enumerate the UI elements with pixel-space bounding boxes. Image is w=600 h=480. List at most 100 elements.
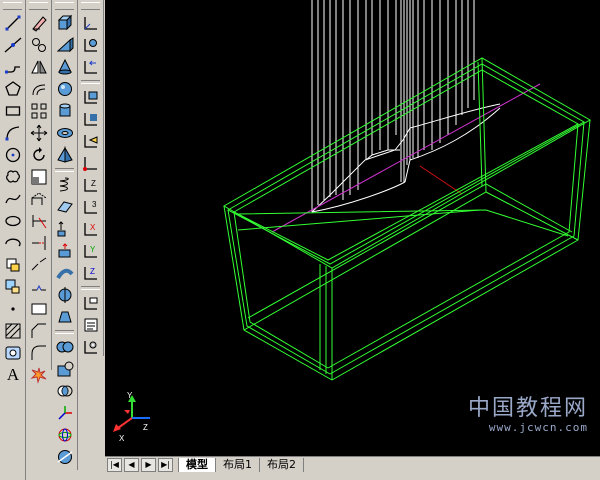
toolbar-separator bbox=[55, 330, 74, 334]
spline-icon[interactable] bbox=[3, 189, 23, 209]
intersect-icon[interactable] bbox=[55, 381, 75, 401]
svg-text:X: X bbox=[90, 223, 96, 232]
point-icon[interactable] bbox=[3, 299, 23, 319]
rectangle-icon[interactable] bbox=[3, 101, 23, 121]
cone-icon[interactable] bbox=[55, 57, 75, 77]
fillet-icon[interactable] bbox=[29, 343, 49, 363]
scale-icon[interactable] bbox=[29, 167, 49, 187]
rotate-icon[interactable] bbox=[29, 145, 49, 165]
line-icon[interactable] bbox=[3, 13, 23, 33]
centre-line bbox=[419, 165, 463, 195]
watermark-url: www.jcwcn.com bbox=[488, 421, 588, 434]
construction-line-icon[interactable] bbox=[3, 35, 23, 55]
circle-icon[interactable] bbox=[3, 145, 23, 165]
multiline-text-icon[interactable]: A bbox=[3, 365, 23, 385]
origin-ucs-icon[interactable] bbox=[81, 153, 101, 173]
z-axis-vector-icon[interactable]: Z bbox=[81, 175, 101, 195]
pyramid-icon[interactable] bbox=[55, 145, 75, 165]
break-icon[interactable] bbox=[29, 277, 49, 297]
named-ucs-icon[interactable] bbox=[81, 315, 101, 335]
cylinder-icon[interactable] bbox=[55, 101, 75, 121]
previous-ucs-icon[interactable] bbox=[81, 57, 101, 77]
slice-icon[interactable] bbox=[55, 447, 75, 467]
trim-icon[interactable] bbox=[29, 211, 49, 231]
toolbar-grip[interactable] bbox=[3, 2, 22, 10]
profile-wireframe bbox=[311, 0, 501, 213]
make-block-icon[interactable] bbox=[3, 277, 23, 297]
toolbar-grip[interactable] bbox=[29, 2, 48, 10]
extend-icon[interactable] bbox=[29, 233, 49, 253]
face-ucs-icon[interactable] bbox=[81, 87, 101, 107]
x-rotate-icon[interactable]: X bbox=[81, 219, 101, 239]
box-icon[interactable] bbox=[55, 13, 75, 33]
watermark: 中国教程网 www.jcwcn.com bbox=[468, 397, 588, 435]
sweep-icon[interactable] bbox=[55, 263, 75, 283]
ucs-settings-icon[interactable] bbox=[81, 337, 101, 357]
tab-layout1[interactable]: 布局1 bbox=[215, 457, 260, 473]
toolbar-grip[interactable] bbox=[81, 2, 100, 10]
draw-toolbar: A bbox=[0, 0, 26, 480]
loft-icon[interactable] bbox=[55, 307, 75, 327]
view-ucs-icon[interactable] bbox=[81, 131, 101, 151]
svg-text:3: 3 bbox=[92, 200, 97, 209]
next-tab-button[interactable]: ▶ bbox=[141, 458, 156, 472]
array-icon[interactable] bbox=[29, 101, 49, 121]
last-tab-button[interactable]: ▶| bbox=[158, 458, 173, 472]
toolbar-grip[interactable] bbox=[55, 2, 74, 10]
join-icon[interactable] bbox=[29, 299, 49, 319]
erase-icon[interactable] bbox=[29, 13, 49, 33]
multiline-text-label: A bbox=[6, 365, 20, 384]
extrude-icon[interactable] bbox=[55, 219, 75, 239]
wedge-icon[interactable] bbox=[55, 35, 75, 55]
hatch-icon[interactable] bbox=[3, 321, 23, 341]
wireframe-drawing: Y X Z bbox=[113, 0, 592, 443]
mirror-icon[interactable] bbox=[29, 57, 49, 77]
polygon-icon[interactable] bbox=[3, 79, 23, 99]
explode-icon[interactable] bbox=[29, 365, 49, 385]
region-icon[interactable] bbox=[3, 343, 23, 363]
layout-tab-bar: |◀ ◀ ▶ ▶| 模型 布局1 布局2 bbox=[105, 456, 600, 473]
chamfer-icon[interactable] bbox=[29, 321, 49, 341]
presspull-icon[interactable] bbox=[55, 241, 75, 261]
object-ucs-icon[interactable] bbox=[81, 109, 101, 129]
polyline-icon[interactable] bbox=[3, 57, 23, 77]
first-tab-button[interactable]: |◀ bbox=[107, 458, 122, 472]
ucs-axis-y-label: Y bbox=[127, 391, 133, 400]
sphere-icon[interactable] bbox=[55, 79, 75, 99]
modeling-toolbar bbox=[52, 0, 78, 470]
ellipse-arc-icon[interactable] bbox=[3, 233, 23, 253]
planar-surface-icon[interactable] bbox=[55, 197, 75, 217]
tab-layout2[interactable]: 布局2 bbox=[259, 457, 304, 473]
apply-ucs-icon[interactable] bbox=[81, 293, 101, 313]
ellipse-icon[interactable] bbox=[3, 211, 23, 231]
break-at-point-icon[interactable] bbox=[29, 255, 49, 275]
insert-block-icon[interactable] bbox=[3, 255, 23, 275]
toolbar-separator bbox=[81, 286, 100, 290]
offset-icon[interactable] bbox=[29, 79, 49, 99]
move-icon[interactable] bbox=[29, 123, 49, 143]
arc-icon[interactable] bbox=[3, 123, 23, 143]
tab-model[interactable]: 模型 bbox=[178, 457, 216, 473]
ucs-toolbar: Z 3 X Y Z bbox=[78, 0, 104, 356]
revision-cloud-icon[interactable] bbox=[3, 167, 23, 187]
3d-rotate-icon[interactable] bbox=[55, 425, 75, 445]
helix-icon[interactable] bbox=[55, 175, 75, 195]
world-ucs-icon[interactable] bbox=[81, 35, 101, 55]
model-viewport[interactable]: Y X Z 中国教程网 www.jcwcn.com bbox=[105, 0, 600, 456]
copy-icon[interactable] bbox=[29, 35, 49, 55]
y-rotate-icon[interactable]: Y bbox=[81, 241, 101, 261]
toolbar-separator bbox=[55, 168, 74, 172]
torus-icon[interactable] bbox=[55, 123, 75, 143]
previous-tab-button[interactable]: ◀ bbox=[124, 458, 139, 472]
z-rotate-icon[interactable]: Z bbox=[81, 263, 101, 283]
subtract-icon[interactable] bbox=[55, 359, 75, 379]
stretch-icon[interactable] bbox=[29, 189, 49, 209]
3-point-ucs-icon[interactable]: 3 bbox=[81, 197, 101, 217]
svg-text:Z: Z bbox=[90, 267, 95, 276]
revolve-icon[interactable] bbox=[55, 285, 75, 305]
3d-move-icon[interactable] bbox=[55, 403, 75, 423]
ucs-icon[interactable] bbox=[81, 13, 101, 33]
union-icon[interactable] bbox=[55, 337, 75, 357]
toolbar-separator bbox=[81, 80, 100, 84]
svg-text:Y: Y bbox=[90, 245, 96, 254]
